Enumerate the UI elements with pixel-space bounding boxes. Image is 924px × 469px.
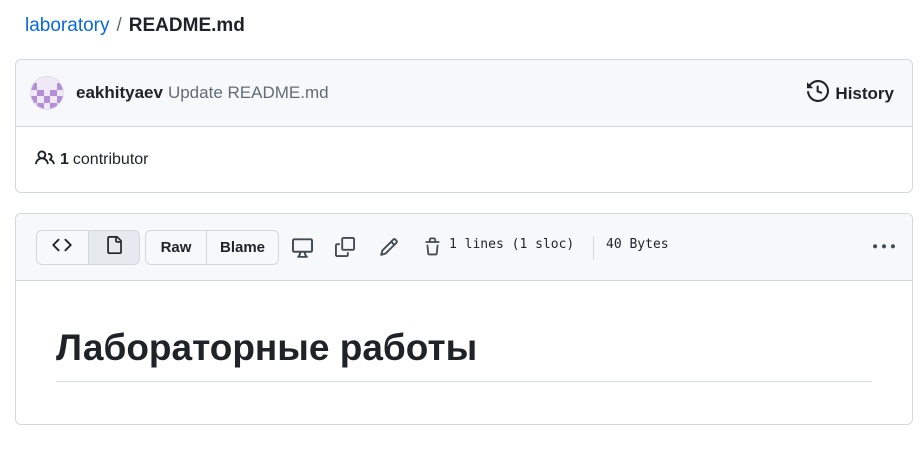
breadcrumb: laboratory / README.md: [25, 13, 245, 39]
file-toolbar: Raw Blame 1 lines (1 sloc) 40 Bytes: [16, 214, 912, 281]
blame-button[interactable]: Blame: [206, 231, 278, 264]
latest-commit-box: eakhityaev Update README.md History 1 co…: [15, 59, 913, 193]
preview-view-button[interactable]: [87, 231, 139, 264]
contributors-label: contributor: [72, 151, 149, 168]
contributors-row[interactable]: 1 contributor: [16, 127, 912, 192]
history-button[interactable]: History: [807, 60, 894, 127]
history-label: History: [835, 83, 894, 103]
file-size-info: 40 Bytes: [606, 237, 669, 252]
view-toggle: [36, 230, 140, 265]
code-icon: [52, 235, 73, 260]
trash-icon[interactable]: [420, 235, 444, 259]
kebab-icon[interactable]: [872, 235, 896, 259]
code-view-button[interactable]: [37, 231, 88, 264]
readme-content: Лабораторные работы: [16, 327, 912, 382]
people-icon: [35, 148, 60, 173]
file-lines-info: 1 lines (1 sloc): [449, 237, 575, 252]
avatar[interactable]: [30, 76, 64, 110]
desktop-icon[interactable]: [290, 235, 314, 259]
commit-header: eakhityaev Update README.md History: [16, 60, 912, 127]
breadcrumb-repo-link[interactable]: laboratory: [25, 15, 110, 37]
history-icon: [807, 79, 830, 107]
file-icon: [105, 235, 123, 260]
contributors-count: 1: [60, 151, 69, 168]
toolbar-divider: [593, 236, 594, 260]
raw-button[interactable]: Raw: [146, 231, 206, 264]
pencil-icon[interactable]: [377, 235, 401, 259]
breadcrumb-current-file: README.md: [128, 15, 245, 36]
readme-heading: Лабораторные работы: [56, 327, 872, 382]
raw-blame-group: Raw Blame: [145, 230, 279, 265]
commit-author-link[interactable]: eakhityaev: [76, 83, 163, 103]
file-viewer: Raw Blame 1 lines (1 sloc) 40 Bytes Лабо…: [15, 213, 913, 425]
commit-message-link[interactable]: Update README.md: [168, 83, 329, 103]
breadcrumb-separator: /: [116, 15, 122, 36]
copy-icon[interactable]: [333, 235, 357, 259]
